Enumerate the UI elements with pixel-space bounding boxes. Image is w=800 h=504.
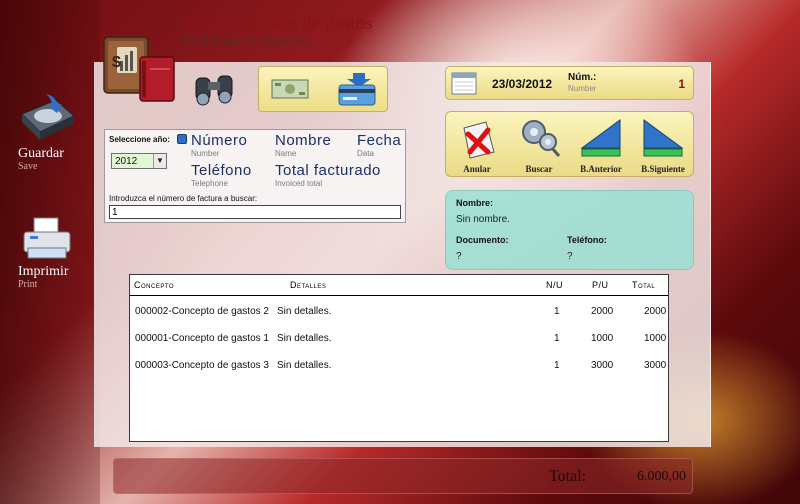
binoculars-icon[interactable] — [192, 72, 238, 108]
column-header-details: Detalles — [290, 280, 327, 290]
next-arrow-icon — [642, 118, 686, 163]
number-label: Núm.: — [568, 72, 597, 83]
search-button[interactable]: Buscar — [510, 112, 568, 178]
search-prompt: Introduzca el número de factura a buscar… — [109, 194, 258, 203]
number-sublabel: Number — [568, 84, 597, 93]
banknote-icon[interactable] — [271, 77, 309, 101]
name-label: Nombre: — [456, 198, 494, 208]
filter-total-sublabel: Invoiced total — [275, 179, 323, 188]
filter-number-sublabel: Number — [191, 149, 220, 158]
print-button[interactable]: Imprimir Print — [14, 214, 84, 290]
filter-phone-option[interactable]: Teléfono — [191, 162, 252, 179]
row-details: Sin detalles. — [277, 333, 332, 344]
row-concept: 000003-Concepto de gastos 3 — [135, 360, 269, 371]
print-button-sublabel: Print — [18, 279, 38, 290]
next-button[interactable]: B.Siguiente — [634, 112, 692, 178]
total-bar: Total: 6.000,00 — [113, 458, 693, 494]
row-total: 3000 — [644, 360, 667, 371]
print-button-label: Imprimir — [18, 264, 69, 279]
row-total: 1000 — [644, 333, 667, 344]
row-units: 1 — [554, 360, 560, 371]
gears-search-icon — [518, 116, 562, 165]
next-button-label: B.Siguiente — [641, 164, 685, 174]
row-units: 1 — [554, 306, 560, 317]
hard-disk-icon — [16, 92, 78, 146]
save-button-label: Guardar — [18, 146, 64, 161]
document-number: 1 — [678, 77, 685, 91]
ledger-book-icon: $ — [102, 33, 178, 103]
chevron-down-icon: ▼ — [153, 154, 166, 168]
payment-options-panel — [258, 66, 388, 112]
row-units: 1 — [554, 333, 560, 344]
filter-number-option[interactable]: Número — [191, 132, 247, 149]
phone-value: ? — [567, 251, 573, 262]
document-value: ? — [456, 251, 462, 262]
filter-date-sublabel: Data — [357, 149, 374, 158]
name-value: Sin nombre. — [456, 214, 510, 225]
filter-phone-sublabel: Telephone — [191, 179, 228, 188]
year-info-icon — [177, 134, 187, 144]
table-row[interactable]: 000001-Concepto de gastos 1 Sin detalles… — [130, 333, 668, 353]
filter-date-option[interactable]: Fecha — [357, 132, 401, 149]
credit-card-icon[interactable] — [335, 71, 379, 107]
row-details: Sin detalles. — [277, 360, 332, 371]
expenses-table: Concepto Detalles N/U P/U Total 000002-C… — [129, 274, 669, 442]
phone-label: Teléfono: — [567, 235, 607, 245]
year-label: Seleccione año: — [109, 135, 170, 144]
column-header-concept: Concepto — [134, 280, 175, 290]
page-title: Buscar apuntes de gastos — [182, 13, 373, 34]
row-concept: 000001-Concepto de gastos 1 — [135, 333, 269, 344]
search-button-label: Buscar — [525, 164, 553, 174]
filter-name-option[interactable]: Nombre — [275, 132, 331, 149]
document-label: Documento: — [456, 235, 509, 245]
cancel-button-label: Anular — [463, 164, 491, 174]
row-unit-price: 1000 — [591, 333, 614, 344]
record-actions-toolbar: Anular Buscar B.Anterior B.Siguiente — [445, 111, 694, 177]
row-unit-price: 3000 — [591, 360, 614, 371]
page-subtitle: Find notes of expenses — [182, 34, 310, 49]
previous-arrow-icon — [580, 118, 624, 163]
column-header-unit-price: P/U — [592, 280, 609, 290]
invoice-number-input[interactable] — [109, 205, 401, 219]
client-info-panel: Nombre: Sin nombre. Documento: ? Teléfon… — [445, 190, 694, 270]
document-header-box: 23/03/2012 Núm.: Number 1 — [445, 66, 694, 100]
previous-button-label: B.Anterior — [580, 164, 622, 174]
row-details: Sin detalles. — [277, 306, 332, 317]
year-select[interactable]: 2012 ▼ — [111, 153, 167, 169]
filter-name-sublabel: Name — [275, 149, 297, 158]
document-date: 23/03/2012 — [492, 77, 553, 91]
row-concept: 000002-Concepto de gastos 2 — [135, 306, 269, 317]
previous-button[interactable]: B.Anterior — [572, 112, 630, 178]
filter-total-option[interactable]: Total facturado — [275, 162, 381, 179]
calendar-icon — [451, 71, 477, 95]
table-row[interactable]: 000003-Concepto de gastos 3 Sin detalles… — [130, 360, 668, 380]
save-button[interactable]: Guardar Save — [14, 92, 84, 172]
total-label: Total: — [549, 468, 587, 485]
printer-icon — [16, 214, 78, 264]
svg-text:$: $ — [112, 54, 121, 71]
total-value: 6.000,00 — [637, 469, 686, 484]
column-header-units: N/U — [546, 280, 563, 290]
save-button-sublabel: Save — [18, 161, 38, 172]
column-header-total: Total — [632, 280, 656, 290]
table-row[interactable]: 000002-Concepto de gastos 2 Sin detalles… — [130, 306, 668, 326]
delete-document-icon — [458, 118, 498, 165]
row-unit-price: 2000 — [591, 306, 614, 317]
cancel-button[interactable]: Anular — [448, 112, 506, 178]
table-header-divider — [130, 295, 668, 296]
row-total: 2000 — [644, 306, 667, 317]
search-form: Seleccione año: 2012 ▼ Número Number Nom… — [104, 129, 406, 223]
year-select-value: 2012 — [115, 156, 138, 167]
